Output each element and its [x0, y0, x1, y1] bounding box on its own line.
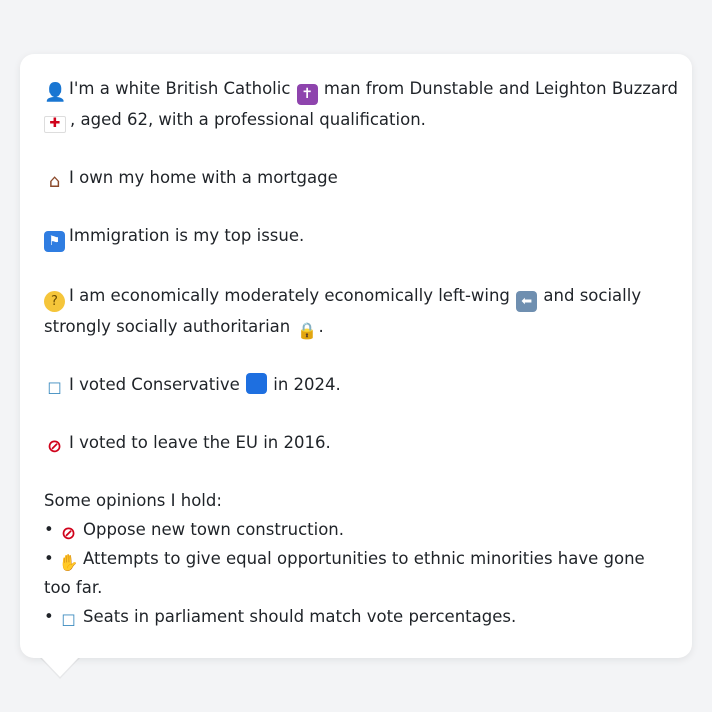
ballot-box-icon: ☐	[61, 611, 76, 630]
politics-text-b: and socially	[543, 286, 642, 305]
intro-line-2: ✚, aged 62, with a professional qualific…	[44, 105, 668, 134]
bullet: •	[44, 520, 54, 539]
vote-text-a: I voted Conservative	[69, 375, 240, 394]
politics-text-c: strongly socially authoritarian	[44, 317, 291, 336]
persona-speech-bubble: 👤 I'm a white British Catholic ✝ man from…	[20, 54, 692, 658]
eu-vote-text: I voted to leave the EU in 2016.	[69, 433, 331, 452]
bust-silhouette-icon: 👤	[44, 82, 67, 103]
left-arrow-icon: ⬅	[516, 291, 538, 312]
vote-line: ☐ I voted Conservative in 2024.	[44, 370, 668, 399]
eu-vote-line: ⊘ I voted to leave the EU in 2016.	[44, 428, 668, 457]
prohibited-icon: ⊘	[60, 523, 77, 544]
intro-text-c: , aged 62, with a professional qualifica…	[70, 110, 426, 129]
intro-line-1: 👤 I'm a white British Catholic ✝ man from…	[44, 74, 678, 105]
intro-text-a: I'm a white British Catholic	[69, 79, 291, 98]
politics-line-2: strongly socially authoritarian 🔒.	[44, 312, 668, 341]
opinions-heading: Some opinions I hold:	[44, 491, 222, 510]
blue-square-icon	[246, 373, 268, 394]
bullet: •	[44, 549, 54, 568]
latin-cross-icon: ✝	[296, 84, 318, 105]
handshake-icon: ✋	[58, 553, 79, 572]
housing-line: ⌂ I own my home with a mortgage	[44, 163, 668, 192]
thinking-face-icon: ?	[44, 291, 65, 312]
intro-text-b: man from Dunstable and Leighton Buzzard	[323, 79, 679, 98]
passport-control-icon: ⚑	[44, 231, 65, 252]
opinion-item: • ⊘ Oppose new town construction.	[44, 515, 668, 544]
top-issue-line: ⚑ Immigration is my top issue.	[44, 221, 668, 252]
politics-text-a: I am economically moderately economicall…	[69, 286, 510, 305]
vote-text-b: in 2024.	[273, 375, 341, 394]
housing-text: I own my home with a mortgage	[69, 168, 338, 187]
opinion-item: • ☐ Seats in parliament should match vote …	[44, 602, 668, 631]
bullet: •	[44, 607, 54, 626]
england-flag-icon: ✚	[44, 116, 66, 133]
opinion-item: • ✋ Attempts to give equal opportunities t…	[44, 544, 668, 602]
speech-bubble-tail	[40, 656, 80, 677]
politics-text-d: .	[318, 317, 324, 336]
locked-padlock-icon: 🔒	[297, 321, 317, 340]
prohibited-icon: ⊘	[46, 436, 63, 457]
top-issue-text: Immigration is my top issue.	[69, 226, 305, 245]
opinion-text: Attempts to give equal opportunities to …	[44, 549, 645, 597]
opinion-text: Seats in parliament should match vote pe…	[83, 607, 517, 626]
ballot-box-icon: ☐	[47, 379, 62, 398]
politics-line-1: ? I am economically moderately economical…	[44, 281, 668, 312]
opinion-text: Oppose new town construction.	[83, 520, 344, 539]
house-icon: ⌂	[48, 171, 61, 192]
